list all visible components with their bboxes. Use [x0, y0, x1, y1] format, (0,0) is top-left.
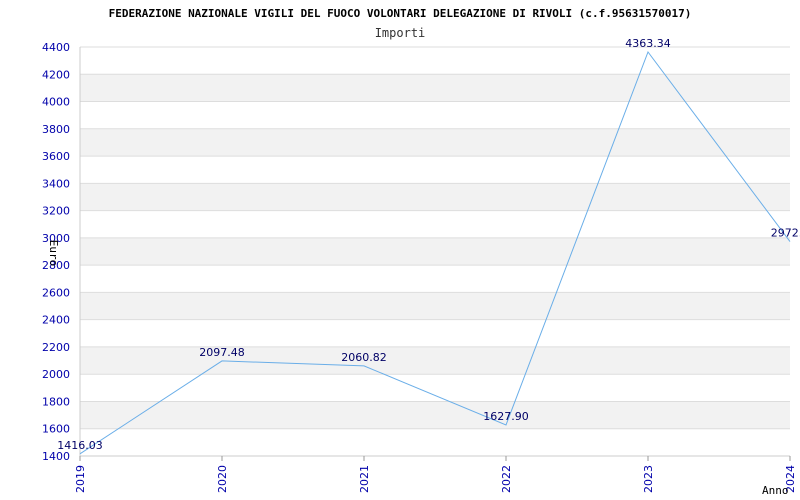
y-tick-label: 2000 [42, 368, 70, 381]
y-tick-label: 4000 [42, 96, 70, 109]
data-label: 2972.6 [771, 227, 800, 240]
grid-band [80, 128, 790, 157]
x-axis-label: Anno [762, 484, 789, 497]
x-tick-label: 2023 [642, 465, 655, 493]
y-tick-label: 3200 [42, 205, 70, 218]
y-tick-label: 2600 [42, 286, 70, 299]
y-tick-label: 1600 [42, 423, 70, 436]
data-label: 1416.03 [57, 439, 103, 452]
x-tick-label: 2021 [358, 465, 371, 493]
y-tick-label: 4200 [42, 68, 70, 81]
grid-band [80, 183, 790, 211]
grid-band [80, 346, 790, 375]
data-label: 1627.90 [483, 410, 529, 423]
y-axis-label: Euro [47, 240, 60, 267]
y-tick-label: 2200 [42, 341, 70, 354]
y-tick-label: 1400 [42, 450, 70, 463]
x-axis-ticks: 2019 2020 2021 2022 2023 2024 [74, 456, 797, 493]
y-tick-label: 3600 [42, 150, 70, 163]
y-tick-label: 1800 [42, 395, 70, 408]
chart-container: FEDERAZIONE NAZIONALE VIGILI DEL FUOCO V… [0, 0, 800, 500]
chart-subtitle: Importi [375, 26, 426, 40]
x-tick-label: 2020 [216, 465, 229, 493]
y-tick-label: 2400 [42, 314, 70, 327]
data-label: 2097.48 [199, 346, 245, 359]
line-chart: FEDERAZIONE NAZIONALE VIGILI DEL FUOCO V… [42, 7, 800, 497]
grid-band [80, 237, 790, 266]
grid-band [80, 292, 790, 320]
x-tick-label: 2022 [500, 465, 513, 493]
y-tick-label: 3400 [42, 177, 70, 190]
data-label: 4363.34 [625, 37, 671, 50]
grid-band [80, 74, 790, 102]
grid-band [80, 401, 790, 429]
x-tick-label: 2019 [74, 465, 87, 493]
grid-bands [80, 74, 790, 429]
y-tick-label: 3800 [42, 123, 70, 136]
chart-title: FEDERAZIONE NAZIONALE VIGILI DEL FUOCO V… [109, 7, 692, 20]
y-tick-label: 4400 [42, 41, 70, 54]
data-label: 2060.82 [341, 351, 387, 364]
